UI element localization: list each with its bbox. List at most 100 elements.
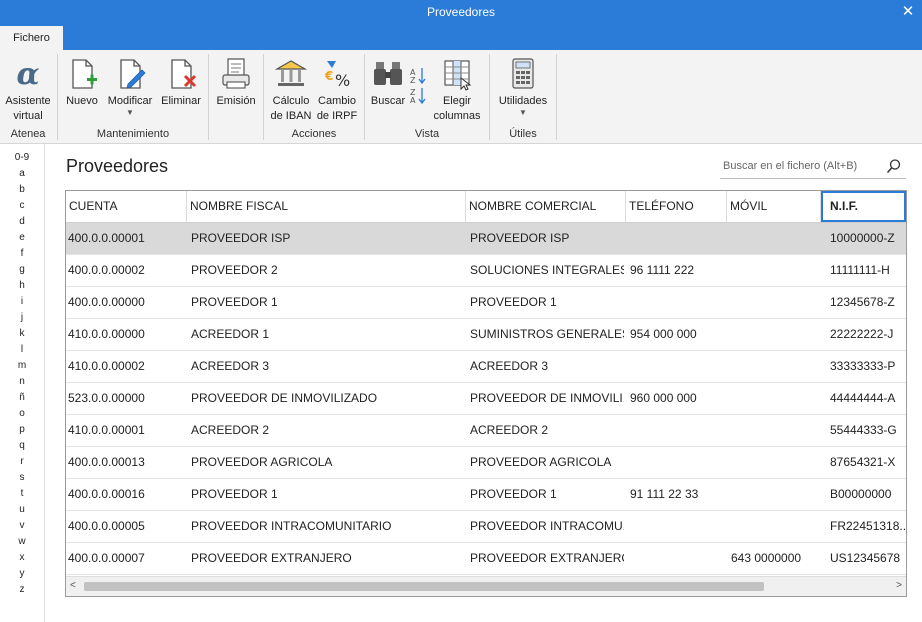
table-row[interactable]: 410.0.0.00000 ACREEDOR 1 SUMINISTROS GENER… xyxy=(66,319,906,351)
table-row[interactable]: 410.0.0.00001 ACREEDOR 2 ACREEDOR 2 5544433… xyxy=(66,415,906,447)
table-cell: FR22451318... xyxy=(830,519,907,533)
index-letter[interactable]: i xyxy=(0,294,44,310)
index-letter[interactable]: f xyxy=(0,246,44,262)
index-letter[interactable]: w xyxy=(0,534,44,550)
ribbon: α Asistente virtual Atenea Nuevo Modific… xyxy=(0,50,922,144)
table-cell: 400.0.0.00007 xyxy=(68,551,145,565)
ribbon-separator xyxy=(364,54,365,140)
index-letter[interactable]: m xyxy=(0,358,44,374)
index-letter[interactable]: q xyxy=(0,438,44,454)
table-row[interactable]: 400.0.0.00001 PROVEEDOR ISP PROVEEDOR ISP 1… xyxy=(66,223,906,255)
index-letter[interactable]: r xyxy=(0,454,44,470)
utilidades-button[interactable]: Utilidades ▼ xyxy=(494,56,552,126)
scrollbar-thumb[interactable] xyxy=(84,582,764,591)
asistente-virtual-button[interactable]: α Asistente virtual xyxy=(2,56,54,126)
buscar-button[interactable]: Buscar xyxy=(368,56,408,126)
column-header[interactable]: MÓVIL xyxy=(727,191,821,222)
index-letter[interactable]: d xyxy=(0,214,44,230)
scroll-right-icon[interactable]: > xyxy=(896,580,902,591)
table-cell: 12345678-Z xyxy=(830,295,895,309)
index-letter[interactable]: b xyxy=(0,182,44,198)
horizontal-scrollbar[interactable]: < > xyxy=(66,576,906,596)
search-icon[interactable] xyxy=(886,158,902,174)
index-letter[interactable]: ñ xyxy=(0,390,44,406)
index-letter[interactable]: 0-9 xyxy=(0,150,44,166)
table-cell xyxy=(731,511,819,542)
index-letter[interactable]: h xyxy=(0,278,44,294)
index-letter[interactable]: y xyxy=(0,566,44,582)
table-row[interactable]: 400.0.0.00000 PROVEEDOR 1 PROVEEDOR 1 12345… xyxy=(66,287,906,319)
index-letter[interactable]: z xyxy=(0,582,44,598)
index-letter[interactable]: a xyxy=(0,166,44,182)
index-letter[interactable]: l xyxy=(0,342,44,358)
index-letter[interactable]: e xyxy=(0,230,44,246)
eliminar-button[interactable]: Eliminar xyxy=(158,56,204,126)
svg-text:€: € xyxy=(324,69,333,83)
search-placeholder: Buscar en el fichero (Alt+B) xyxy=(723,160,858,172)
table-row[interactable]: 400.0.0.00005 PROVEEDOR INTRACOMUNITARIO P… xyxy=(66,511,906,543)
table-row[interactable]: 400.0.0.00013 PROVEEDOR AGRICOLA PROVEEDOR… xyxy=(66,447,906,479)
modificar-button[interactable]: Modificar ▼ xyxy=(104,56,156,126)
chevron-down-icon: ▼ xyxy=(126,108,134,117)
cambio-irpf-button[interactable]: € % Cambio de IRPF xyxy=(314,56,360,126)
index-letter[interactable]: p xyxy=(0,422,44,438)
index-letter[interactable]: c xyxy=(0,198,44,214)
emision-label: Emisión xyxy=(216,95,256,107)
column-header[interactable]: NOMBRE COMERCIAL xyxy=(466,191,626,222)
page-title: Proveedores xyxy=(66,156,169,176)
calculo-iban-button[interactable]: Cálculo de IBAN xyxy=(268,56,314,126)
table-cell: 87654321-X xyxy=(830,455,896,469)
column-header[interactable]: CUENTA xyxy=(66,191,187,222)
index-letter[interactable]: k xyxy=(0,326,44,342)
index-letter[interactable]: n xyxy=(0,374,44,390)
table-row[interactable]: 523.0.0.00000 PROVEEDOR DE INMOVILIZADO PR… xyxy=(66,383,906,415)
table-cell: 410.0.0.00001 xyxy=(68,423,145,437)
table-cell: SOLUCIONES INTEGRALES,... xyxy=(470,263,624,277)
iban-label-1: Cálculo xyxy=(272,95,310,107)
index-letter[interactable]: u xyxy=(0,502,44,518)
table-cell: PROVEEDOR 1 xyxy=(470,295,557,309)
window-title: Proveedores xyxy=(426,5,496,19)
table-cell: 33333333-P xyxy=(830,359,896,373)
table-row[interactable]: 400.0.0.00002 PROVEEDOR 2 SOLUCIONES INTEG… xyxy=(66,255,906,287)
calculator-icon xyxy=(512,58,534,89)
index-letter[interactable]: s xyxy=(0,470,44,486)
table-cell xyxy=(630,511,725,542)
table-header: CUENTA NOMBRE FISCAL NOMBRE COMERCIAL TELÉF… xyxy=(66,191,906,223)
table-row[interactable]: 400.0.0.00016 PROVEEDOR 1 PROVEEDOR 1 91 11… xyxy=(66,479,906,511)
table-cell: ACREEDOR 2 xyxy=(470,423,549,437)
column-header[interactable]: NOMBRE FISCAL xyxy=(187,191,466,222)
index-letter[interactable]: x xyxy=(0,550,44,566)
emision-button[interactable]: Emisión xyxy=(213,56,259,126)
table-cell xyxy=(630,287,725,318)
index-letter[interactable]: v xyxy=(0,518,44,534)
table-row[interactable]: 400.0.0.00007 PROVEEDOR EXTRANJERO PROVEED… xyxy=(66,543,906,575)
column-header[interactable]: N.I.F. xyxy=(821,191,906,222)
table-cell: ACREEDOR 2 xyxy=(191,423,270,437)
table-cell: PROVEEDOR INTRACOMU... xyxy=(470,519,624,533)
column-header[interactable]: TELÉFONO xyxy=(626,191,727,222)
percent-icon: € % xyxy=(324,61,350,90)
index-letter[interactable]: j xyxy=(0,310,44,326)
index-letter[interactable]: g xyxy=(0,262,44,278)
index-letter[interactable]: t xyxy=(0,486,44,502)
table-cell: ACREEDOR 3 xyxy=(470,359,549,373)
table-cell: 55444333-G xyxy=(830,423,897,437)
index-letter[interactable]: o xyxy=(0,406,44,422)
group-label-acciones: Acciones xyxy=(291,128,337,140)
table-cell: 410.0.0.00000 xyxy=(68,327,145,341)
sort-icon[interactable]: A Z Z A xyxy=(409,66,427,106)
nuevo-label: Nuevo xyxy=(66,95,98,107)
search-input[interactable]: Buscar en el fichero (Alt+B) xyxy=(720,155,906,179)
table-row[interactable]: 410.0.0.00002 ACREEDOR 3 ACREEDOR 3 3333333… xyxy=(66,351,906,383)
nuevo-button[interactable]: Nuevo xyxy=(62,56,102,126)
table-cell xyxy=(731,447,819,478)
elegir-columnas-button[interactable]: Elegir columnas xyxy=(430,56,484,126)
close-icon[interactable]: ✕ xyxy=(900,0,916,24)
tab-fichero[interactable]: Fichero xyxy=(0,26,63,50)
table-cell xyxy=(630,223,725,254)
scroll-left-icon[interactable]: < xyxy=(70,580,76,591)
group-label-mantenimiento: Mantenimiento xyxy=(96,128,170,140)
table-cell: PROVEEDOR 1 xyxy=(191,295,278,309)
table-cell: PROVEEDOR EXTRANJERO xyxy=(191,551,352,565)
